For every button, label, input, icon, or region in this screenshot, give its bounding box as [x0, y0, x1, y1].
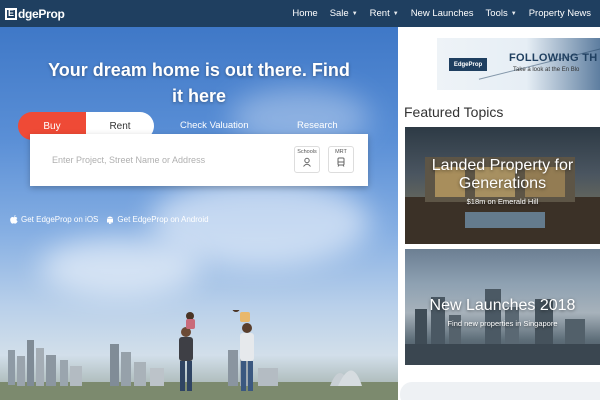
featured-card-landed[interactable]: Landed Property for Generations $18m on … [405, 127, 600, 244]
ad-subtitle: Take a look at the En Blo [513, 67, 580, 73]
mrt-button[interactable]: MRT [328, 146, 354, 173]
nav-new-launches[interactable]: New Launches [405, 8, 480, 19]
android-app-link[interactable]: Get EdgeProp on Android [106, 215, 209, 224]
ad-title: FOLLOWING TH [509, 52, 598, 64]
top-navbar: E dgeProp Home Sale ▼ Rent ▼ New Launches … [0, 0, 600, 27]
apple-icon [10, 215, 18, 224]
edgeprop-logo[interactable]: E dgeProp [5, 0, 65, 27]
card-subtitle: Find new properties in Singapore [447, 319, 558, 328]
main-menu: Home Sale ▼ Rent ▼ New Launches Tools ▼ Pro… [286, 0, 597, 27]
banner-ad[interactable]: EdgeProp FOLLOWING TH Take a look at the… [437, 38, 600, 90]
nav-home[interactable]: Home [286, 8, 323, 19]
nav-tools[interactable]: Tools ▼ [480, 8, 523, 19]
app-links: Get EdgeProp on iOS Get EdgeProp on Andr… [10, 215, 209, 224]
ios-app-link[interactable]: Get EdgeProp on iOS [10, 215, 98, 224]
chevron-down-icon: ▼ [351, 10, 358, 17]
ad-logo: EdgeProp [449, 58, 487, 71]
nav-property-news[interactable]: Property News [523, 8, 597, 19]
card-title: Landed Property for Generations [431, 157, 574, 192]
hero-section: Your dream home is out there. Find it he… [0, 27, 398, 400]
mailing-list-bar[interactable] [400, 382, 600, 400]
nav-sale[interactable]: Sale ▼ [324, 8, 364, 19]
chevron-down-icon: ▼ [510, 10, 517, 17]
featured-topics-heading: Featured Topics [404, 104, 504, 120]
card-subtitle: $18m on Emerald Hill [466, 197, 539, 206]
search-card: Schools MRT [30, 134, 368, 186]
chevron-down-icon: ▼ [392, 10, 399, 17]
right-sidebar: EdgeProp FOLLOWING TH Take a look at the… [398, 27, 600, 400]
train-icon [337, 157, 345, 167]
nav-rent[interactable]: Rent ▼ [364, 8, 405, 19]
schools-button[interactable]: Schools [294, 146, 320, 173]
tab-research[interactable]: Research [297, 120, 338, 131]
logo-mark: E [5, 7, 17, 20]
search-input[interactable] [52, 150, 282, 170]
school-icon [303, 157, 311, 167]
cloud-decoration [40, 237, 200, 297]
skyline-family-image [0, 310, 398, 400]
android-icon [107, 216, 114, 224]
card-title: New Launches 2018 [429, 297, 576, 314]
logo-text: dgeProp [18, 6, 65, 21]
featured-card-new-launches[interactable]: New Launches 2018 Find new properties in… [405, 249, 600, 365]
hero-headline: Your dream home is out there. Find it he… [48, 60, 350, 106]
tab-check-valuation[interactable]: Check Valuation [180, 120, 248, 131]
